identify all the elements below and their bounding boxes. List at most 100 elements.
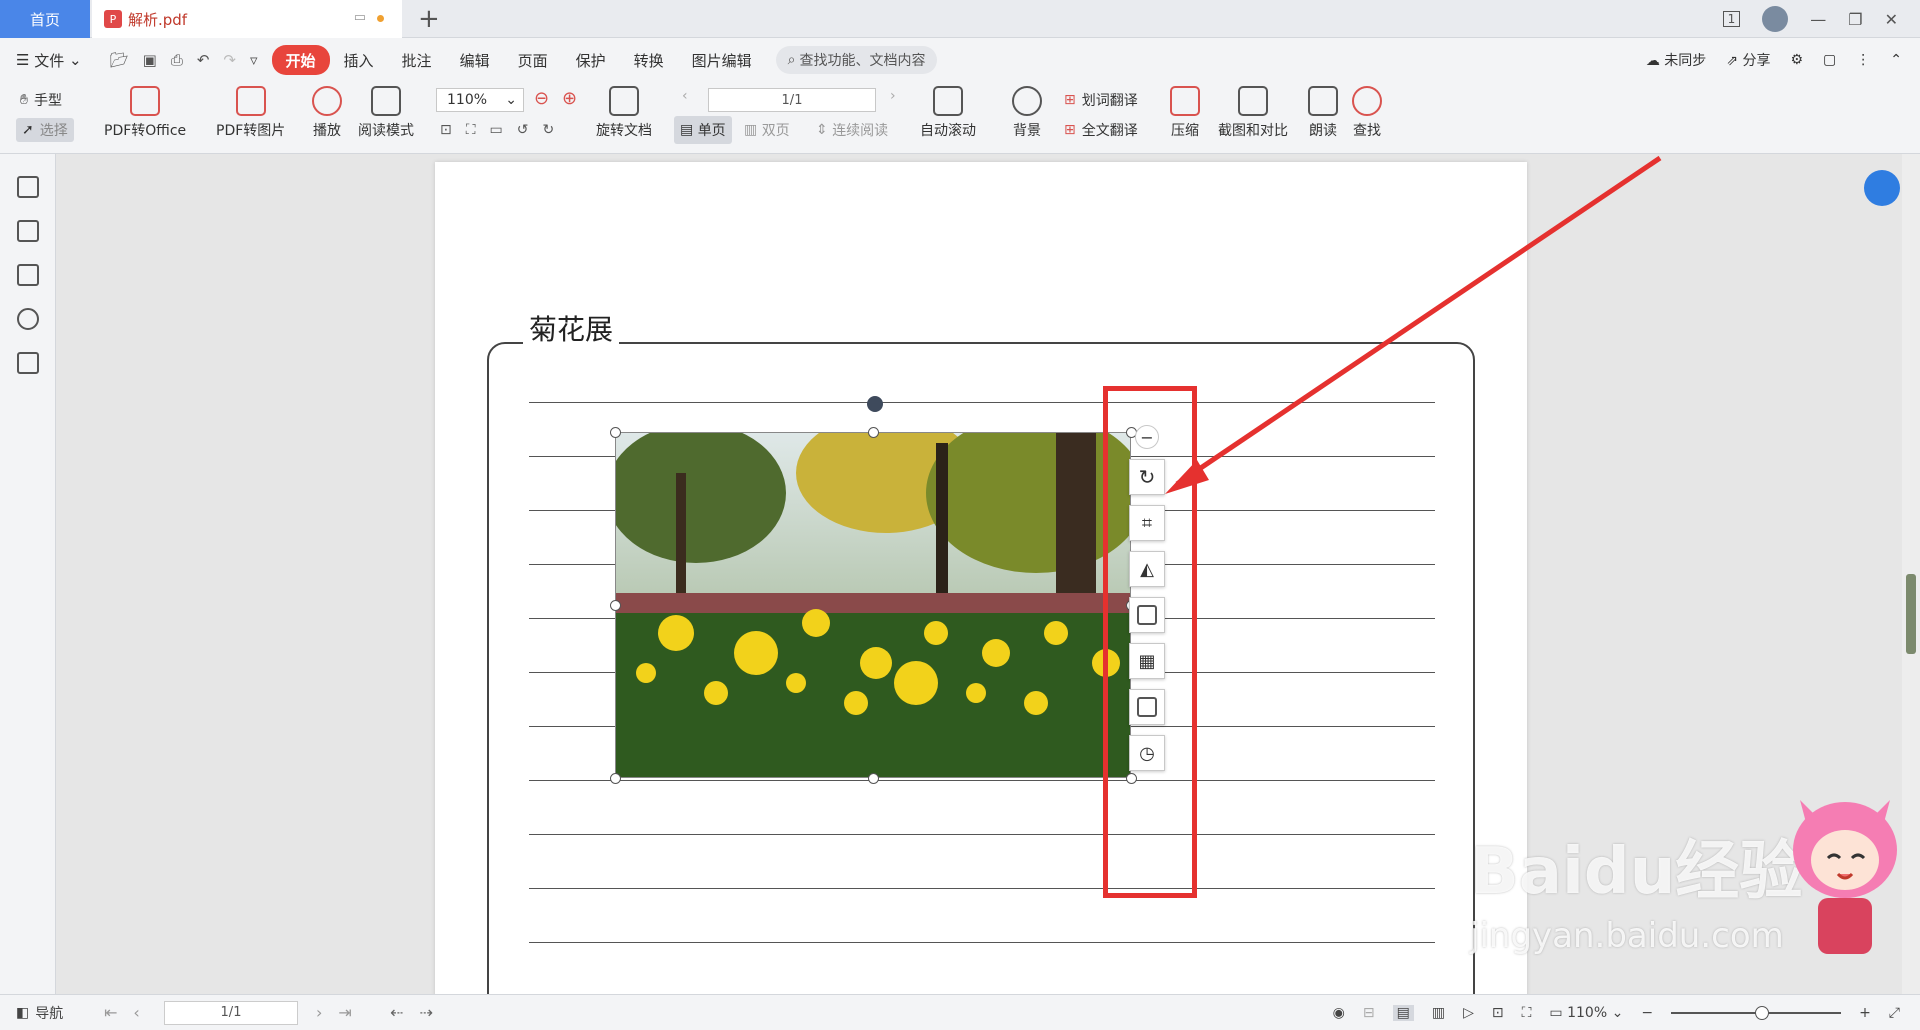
share-label: 分享 <box>1742 53 1771 69</box>
feature-search[interactable]: ⌕ 查找功能、文档内容 <box>775 46 938 74</box>
monitor-icon[interactable]: ▭ <box>354 10 366 25</box>
pdf-to-image-button[interactable]: PDF转图片 <box>216 86 285 140</box>
status-page-input[interactable]: 1/1 <box>164 1000 298 1025</box>
rotate-doc-button[interactable]: 旋转文档 <box>596 86 652 140</box>
menu-insert[interactable]: 插入 <box>330 45 388 75</box>
play-button[interactable]: 播放 <box>312 86 342 140</box>
actual-size-icon[interactable]: ⊡ <box>440 122 452 138</box>
sync-button[interactable]: ☁ 未同步 <box>1646 50 1706 70</box>
fullscreen-icon[interactable]: ⤢ <box>1889 1005 1900 1021</box>
comment-icon[interactable]: ▢ <box>1823 52 1836 68</box>
fit-width-icon[interactable]: ▭ <box>490 122 503 138</box>
menu-edit[interactable]: 编辑 <box>446 45 504 75</box>
search-input[interactable]: 查找功能、文档内容 <box>799 50 925 70</box>
nav-toggle[interactable]: ◧ 导航 <box>16 1003 63 1023</box>
auto-scroll-button[interactable]: 自动滚动 <box>920 86 976 140</box>
settings-icon[interactable]: ⚙ <box>1790 52 1803 68</box>
share-button[interactable]: ⇗ 分享 <box>1726 50 1770 70</box>
zoom-out-status-icon[interactable]: − <box>1641 1005 1653 1021</box>
file-menu-label: 文件 <box>34 51 65 70</box>
rotate-doc-icon <box>609 86 639 116</box>
rotate-left-icon[interactable]: ↺ <box>517 122 529 138</box>
zoom-slider-knob[interactable] <box>1755 1005 1770 1020</box>
signature-icon[interactable] <box>17 352 39 374</box>
screenshot-compare-button[interactable]: 截图和对比 <box>1218 86 1288 140</box>
menu-protect[interactable]: 保护 <box>562 45 620 75</box>
fit-tools: ⊡ ⛶ ▭ ↺ ↻ <box>440 122 554 138</box>
page-indicator-icon[interactable]: 1 <box>1722 11 1741 27</box>
zoom-in-status-icon[interactable]: + <box>1859 1005 1871 1021</box>
tab-home[interactable]: 首页 <box>0 0 90 38</box>
zoom-out-icon[interactable]: ⊖ <box>534 88 549 109</box>
watermark-brand: Baidu经验 <box>1470 835 1804 909</box>
close-icon[interactable]: ✕ <box>1885 10 1898 29</box>
zoom-select[interactable]: 110% ⌄ <box>436 88 524 112</box>
avatar[interactable] <box>1762 6 1789 32</box>
more-menu-icon[interactable]: ⋮ <box>1856 52 1870 68</box>
menu-annotate[interactable]: 批注 <box>388 45 446 75</box>
read-aloud-button[interactable]: 朗读 <box>1308 86 1338 140</box>
thumbnail-icon[interactable] <box>17 220 39 242</box>
zoom-dropdown[interactable]: ▭ 110% ⌄ <box>1549 1005 1623 1021</box>
select-tool[interactable]: ➚ 选择 <box>16 118 74 142</box>
menu-image-edit[interactable]: 图片编辑 <box>678 45 766 75</box>
menu-convert[interactable]: 转换 <box>620 45 678 75</box>
comment-panel-icon[interactable] <box>17 264 39 286</box>
collapse-icon[interactable]: ⌃ <box>1890 52 1902 68</box>
menu-start[interactable]: 开始 <box>271 45 330 75</box>
double-view-icon[interactable]: ▥ <box>1432 1005 1445 1021</box>
fit-page-status-icon[interactable]: ⛶ <box>1522 1005 1532 1021</box>
zoom-in-icon[interactable]: ⊕ <box>562 88 577 109</box>
undo-icon[interactable]: ↶ <box>197 51 210 69</box>
new-tab-button[interactable]: + <box>418 4 440 34</box>
last-page-icon[interactable]: ⇥ <box>338 1003 351 1022</box>
redo-icon[interactable]: ↷ <box>223 51 236 69</box>
page-input[interactable]: 1/1 <box>708 88 876 112</box>
minimize-icon[interactable]: — <box>1810 10 1826 29</box>
open-icon[interactable]: 📂︎ <box>110 51 129 69</box>
save-icon[interactable]: ▣ <box>143 51 157 69</box>
single-view-icon[interactable]: ▤ <box>1392 1004 1414 1021</box>
next-icon[interactable]: › <box>316 1003 322 1022</box>
double-page-label: 双页 <box>761 123 790 139</box>
first-page-icon[interactable]: ⇤ <box>104 1003 117 1022</box>
actual-size-status-icon[interactable]: ⊡ <box>1492 1005 1504 1021</box>
word-translate-button[interactable]: ⊞ 划词翻译 <box>1064 90 1138 110</box>
hand-tool[interactable]: ✋︎ 手型 <box>20 90 62 110</box>
fit-page-icon[interactable]: ⛶ <box>466 122 476 138</box>
menu-page[interactable]: 页面 <box>504 45 562 75</box>
background-button[interactable]: 背景 <box>1012 86 1042 140</box>
play-status-icon[interactable]: ▷ <box>1463 1005 1474 1021</box>
next-page-icon[interactable]: › <box>890 88 896 104</box>
forward-icon[interactable]: ⇢ <box>419 1003 432 1022</box>
scrollbar-thumb[interactable] <box>1906 574 1916 654</box>
file-menu[interactable]: ☰ 文件 ⌄ <box>0 45 96 75</box>
find-button[interactable]: 查找 <box>1352 86 1382 140</box>
bookmark-icon[interactable] <box>17 176 39 198</box>
single-page-button[interactable]: ▤ 单页 <box>674 116 732 144</box>
back-icon[interactable]: ⇠ <box>390 1003 403 1022</box>
read-mode-button[interactable]: 阅读模式 <box>358 86 414 140</box>
rotate-right-icon[interactable]: ↻ <box>543 122 555 138</box>
prev-page-icon[interactable]: ‹ <box>682 88 688 104</box>
restore-icon[interactable]: ❐ <box>1848 10 1862 29</box>
zoom-slider[interactable] <box>1671 1005 1842 1020</box>
double-page-button[interactable]: ▥ 双页 <box>738 116 796 144</box>
history-nav: ⇠ ⇢ <box>390 1003 433 1022</box>
prev-icon[interactable]: ‹ <box>133 1003 139 1022</box>
pdf-to-office-button[interactable]: PDF转Office <box>104 86 186 140</box>
floating-assist-button[interactable] <box>1864 170 1900 206</box>
tab-document[interactable]: P 解析.pdf ▭ <box>92 0 402 38</box>
continuous-button[interactable]: ⇕ 连续阅读 <box>810 116 894 144</box>
status-right: ◉ ⊟ ▤ ▥ ▷ ⊡ ⛶ ▭ 110% ⌄ − + ⤢ <box>1333 1004 1900 1021</box>
print-icon[interactable]: ⎙ <box>171 51 183 69</box>
split-icon[interactable]: ⊟ <box>1363 1005 1375 1021</box>
nav-label: 导航 <box>35 1005 64 1022</box>
eye-icon[interactable]: ◉ <box>1333 1005 1345 1021</box>
compress-button[interactable]: 压缩 <box>1170 86 1200 140</box>
attachment-icon[interactable] <box>17 308 39 330</box>
full-translate-button[interactable]: ⊞ 全文翻译 <box>1064 120 1138 140</box>
full-translate-label: 全文翻译 <box>1081 123 1138 139</box>
more-icon[interactable]: ▿ <box>250 51 258 69</box>
double-page-icon: ▥ <box>744 122 762 138</box>
